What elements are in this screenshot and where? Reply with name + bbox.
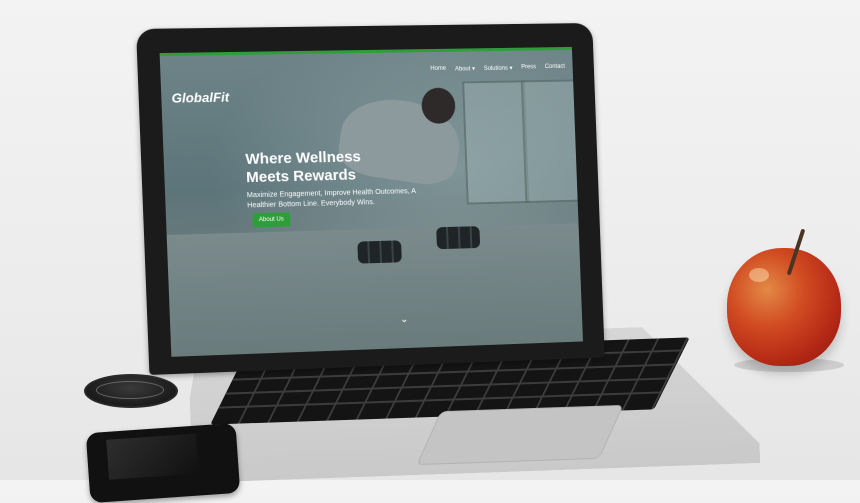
apple-highlight [749, 268, 769, 282]
nav-about[interactable]: About ▾ [455, 65, 475, 72]
phone-glare [106, 433, 199, 480]
lens-cap-icon [84, 374, 178, 408]
smartphone-icon [85, 422, 241, 503]
dumbbell [357, 240, 402, 264]
nav-press[interactable]: Press [521, 64, 536, 71]
nav-contact[interactable]: Contact [545, 64, 565, 71]
laptop-screen: GlobalFit Home About ▾ Solutions ▾ Press… [159, 46, 583, 357]
nav-solutions[interactable]: Solutions ▾ [484, 65, 513, 72]
about-us-button[interactable]: About Us [252, 212, 291, 228]
laptop-lid: GlobalFit Home About ▾ Solutions ▾ Press… [136, 22, 605, 375]
apple-icon [727, 248, 841, 366]
chevron-down-icon[interactable]: ⌄ [400, 314, 409, 325]
hero-title: Where Wellness Meets Rewards [245, 147, 436, 188]
gym-window [520, 79, 583, 204]
lens-cap-ring [96, 381, 164, 399]
dumbbell [436, 226, 481, 250]
laptop-trackpad [416, 404, 624, 466]
nav-home[interactable]: Home [430, 66, 446, 73]
key-row-divider [225, 377, 670, 395]
gym-window [462, 80, 530, 205]
desk-scene: GlobalFit Home About ▾ Solutions ▾ Press… [0, 0, 860, 503]
globalfit-logo[interactable]: GlobalFit [171, 89, 229, 105]
